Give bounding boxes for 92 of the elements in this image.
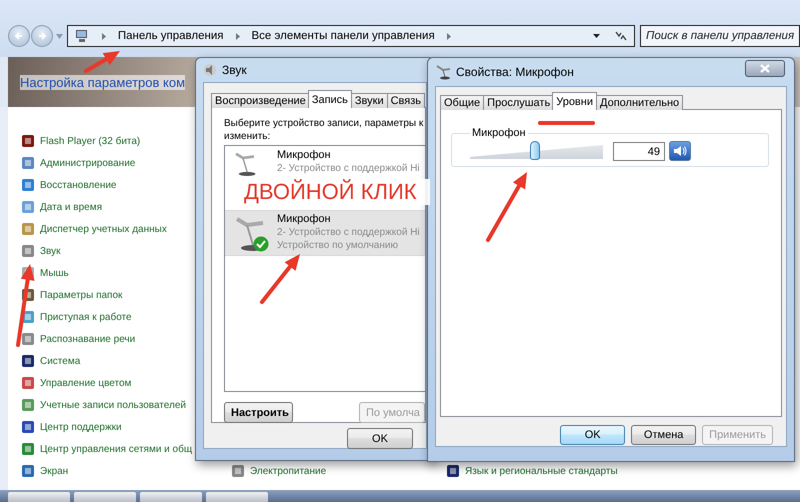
applet-link[interactable]: Управление цветом [40, 378, 132, 388]
applet-icon [20, 441, 36, 457]
applet-link[interactable]: Администрирование [40, 158, 136, 168]
applet-icon [20, 463, 36, 479]
speaker-icon [673, 144, 687, 158]
level-value-field[interactable]: 49 [613, 142, 665, 160]
page-heading: Настройка параметров ком [20, 74, 186, 90]
applet-link[interactable]: Дата и время [40, 202, 102, 212]
refresh-icon [614, 30, 628, 42]
arrow [260, 254, 300, 304]
applet-link[interactable]: Учетные записи пользователей [40, 400, 186, 410]
applet-icon [20, 397, 36, 413]
dialog-button[interactable]: OK [560, 425, 626, 445]
tab[interactable]: Запись [308, 90, 352, 108]
device-name: Микрофон [277, 149, 332, 162]
device-description: 2- Устройство с поддержкой Hi [277, 162, 420, 175]
tab[interactable]: Дополнительно [596, 95, 684, 110]
address-bar[interactable]: Панель управления Все элементы панели управления [66, 25, 636, 47]
close-button[interactable] [745, 60, 785, 77]
underline-mark [538, 121, 595, 125]
applet-icon [20, 331, 36, 347]
applet-icon [230, 463, 246, 479]
applet-link[interactable]: Центр поддержки [40, 422, 122, 432]
applet-link[interactable]: Приступая к работе [40, 312, 132, 322]
dialog-button[interactable]: OK [347, 428, 413, 449]
device-item[interactable]: Микрофон 2- Устройство с поддержкой Hi [225, 147, 425, 180]
applet-icon [20, 199, 36, 215]
applet-icon [20, 243, 36, 259]
microphone-icon [435, 64, 451, 80]
dropdown-caret-icon [593, 34, 600, 38]
speaker-icon [203, 63, 217, 77]
applet-icon [20, 177, 36, 193]
arrow [84, 51, 120, 73]
window-title: Свойства: Микрофон [456, 65, 574, 79]
taskbar-button[interactable] [206, 492, 268, 502]
applet-icon [20, 375, 36, 391]
search-field[interactable]: Поиск в панели управления [640, 25, 800, 47]
chevron-icon [446, 32, 451, 40]
applet-link[interactable]: Система [40, 356, 80, 366]
applet-link[interactable]: Мышь [40, 268, 69, 278]
applet-icon [20, 133, 36, 149]
applet-icon [445, 463, 461, 479]
tab[interactable]: Общие [440, 95, 484, 110]
instruction-text: изменить: [224, 130, 272, 143]
applet-link[interactable]: Восстановление [40, 180, 116, 190]
device-description: Устройство по умолчанию [277, 239, 399, 252]
applet-icon [20, 353, 36, 369]
applet-icon [20, 155, 36, 171]
volume-slider[interactable] [470, 141, 603, 161]
tab[interactable]: Связь [386, 93, 426, 108]
taskbar-button[interactable] [74, 492, 136, 502]
window-title: Звук [222, 63, 247, 77]
chevron-icon [236, 32, 240, 40]
applet-link[interactable]: Диспетчер учетных данных [40, 224, 167, 234]
device-item[interactable]: Микрофон 2- Устройство с поддержкой Hi Устройство по умолчанию [225, 210, 425, 256]
close-icon [760, 64, 770, 73]
arrow [486, 172, 527, 242]
slider-thumb[interactable] [530, 141, 540, 160]
breadcrumb-link[interactable]: Панель управления [118, 30, 224, 42]
applet-link[interactable]: Электропитание [250, 466, 326, 476]
dropdown-caret-icon [56, 34, 63, 38]
device-description: 2- Устройство с поддержкой Hi [277, 226, 420, 239]
back-button[interactable] [8, 25, 30, 47]
microphone-icon [233, 151, 257, 176]
group-label: Микрофон [471, 127, 527, 139]
breadcrumb-link[interactable]: Все элементы панели управления [252, 30, 435, 42]
applet-link[interactable]: Центр управления сетями и общ [40, 444, 192, 454]
applet-icon [20, 221, 36, 237]
instruction-text: Выберите устройство записи, параметры к [224, 117, 424, 130]
device-name: Микрофон [277, 213, 332, 226]
taskbar-button[interactable] [140, 492, 202, 502]
forward-arrow-icon [36, 31, 47, 41]
applet-link[interactable]: Параметры папок [40, 290, 122, 300]
applet-link[interactable]: Звук [40, 246, 61, 256]
tab[interactable]: Уровни [552, 92, 597, 110]
applet-link[interactable]: Распознавание речи [40, 334, 136, 344]
tab[interactable]: Звуки [350, 93, 388, 108]
applet-link[interactable]: Flash Player (32 бита) [40, 136, 140, 146]
dialog-button[interactable]: Настроить [224, 402, 293, 423]
applet-link[interactable]: Язык и региональные стандарты [465, 466, 618, 476]
forward-button[interactable] [30, 25, 53, 47]
back-arrow-icon [14, 31, 24, 41]
speaker-button[interactable] [669, 141, 691, 161]
tab[interactable]: Воспроизведение [211, 93, 310, 108]
chevron-icon [102, 32, 106, 40]
applet-icon [20, 419, 36, 435]
applet-link[interactable]: Экран [40, 466, 68, 476]
tab[interactable]: Прослушать [483, 95, 554, 110]
dialog-button[interactable]: Отмена [631, 425, 696, 445]
taskbar-button[interactable] [8, 492, 70, 502]
checkmark-icon [253, 236, 269, 252]
computer-icon [74, 28, 90, 44]
